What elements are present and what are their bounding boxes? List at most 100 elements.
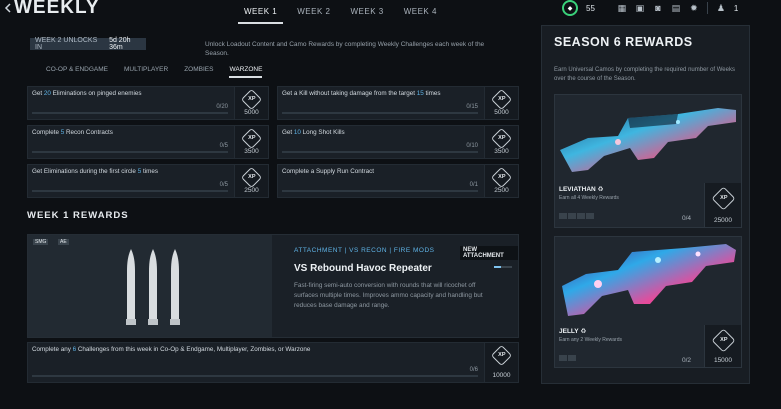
challenge-card[interactable]: Complete 5 Recon Contracts 0/5 XP 3500	[27, 125, 269, 159]
xp-icon-label: XP	[720, 337, 728, 344]
reward-name: VS Rebound Havoc Repeater	[294, 263, 432, 274]
weekly-completion-challenge[interactable]: Complete any 6 Challenges from this week…	[27, 342, 519, 383]
weapon-tag: AE	[58, 239, 69, 245]
bullet-icon	[148, 249, 158, 325]
challenge-text: Complete a Supply Run Contract	[282, 168, 375, 175]
camo-weapon-image	[558, 98, 738, 181]
challenge-target: 15	[416, 90, 424, 97]
challenge-text-end: Recon Contracts	[64, 129, 113, 136]
xp-reward: XP 2500	[234, 165, 268, 197]
weapon-class-tag: SMG	[33, 239, 49, 245]
week-reward-card[interactable]: SMG AE ATTACHMENT | VS RECON | FIRE MODS…	[27, 234, 519, 338]
tab-coop-endgame[interactable]: CO-OP & ENDGAME	[46, 66, 108, 78]
xp-value: 2500	[244, 187, 259, 194]
reward-description: Fast-firing semi-auto conversion with ro…	[294, 282, 483, 309]
tab-week-1[interactable]: WEEK 1	[238, 6, 284, 24]
challenge-card[interactable]: Get Eliminations during the first circle…	[27, 164, 269, 198]
xp-value: 3500	[494, 148, 509, 155]
challenge-card[interactable]: Get a Kill without taking damage from th…	[277, 86, 519, 120]
challenge-text-end: Eliminations on pinged enemies	[50, 90, 142, 97]
xp-icon: XP	[711, 186, 736, 211]
progress-bar	[32, 112, 228, 114]
season-description: Earn Universal Camos by completing the r…	[554, 67, 735, 82]
xp-icon-label: XP	[248, 174, 256, 181]
challenge-text-end: Challenges from this week in Co-Op & End…	[76, 346, 311, 353]
xp-icon: XP	[490, 127, 513, 150]
tab-week-3[interactable]: WEEK 3	[344, 6, 389, 24]
tab-zombies[interactable]: ZOMBIES	[184, 66, 213, 78]
xp-reward: XP 3500	[484, 126, 518, 158]
xp-icon-label: XP	[248, 135, 256, 142]
reward-category: ATTACHMENT | VS RECON | FIRE MODS	[294, 247, 435, 254]
weekly-intro-text: Unlock Loadout Content and Camo Rewards …	[205, 41, 485, 57]
week-rewards-title: WEEK 1 REWARDS	[27, 210, 129, 221]
xp-reward: XP 5000	[234, 87, 268, 119]
xp-icon-label: XP	[498, 174, 506, 181]
player-level-icon[interactable]: ◆	[562, 0, 578, 16]
challenge-card[interactable]: Get 20 Eliminations on pinged enemies 0/…	[27, 86, 269, 120]
challenge-progress: 0/1	[469, 182, 478, 188]
challenge-card[interactable]: Complete a Supply Run Contract 0/1 XP 250…	[277, 164, 519, 198]
xp-reward: XP 10000	[484, 343, 518, 382]
notifications-icon[interactable]: ▤	[671, 3, 681, 13]
camera-icon[interactable]: ◙	[653, 3, 663, 13]
week-slot	[568, 213, 576, 219]
camo-requirement: Earn all 4 Weekly Rewards	[559, 195, 619, 201]
bullet-icon	[170, 249, 180, 325]
store-icon[interactable]: ▣	[635, 3, 645, 13]
xp-icon-label: XP	[498, 352, 506, 359]
week-unlock-timer: WEEK 2 UNLOCKS IN 5d 20h 36m	[30, 37, 146, 51]
camo-reward-card[interactable]: LEVIATHAN ♻ Earn all 4 Weekly Rewards 0/…	[554, 94, 742, 228]
top-status-bar: ◆ 55 ▦ ▣ ◙ ▤ ✹ ♟ 1	[562, 0, 738, 16]
back-arrow-icon[interactable]	[3, 3, 13, 13]
challenge-target: 20	[43, 90, 51, 97]
xp-value: 5000	[244, 109, 259, 116]
challenge-progress: 0/20	[216, 104, 228, 110]
tab-warzone[interactable]: WARZONE	[229, 66, 263, 78]
camo-name-text: LEVIATHAN	[559, 186, 596, 193]
tab-multiplayer[interactable]: MULTIPLAYER	[124, 66, 168, 78]
reward-image: SMG AE	[28, 235, 272, 337]
xp-icon-label: XP	[498, 96, 506, 103]
camo-progress: 0/4	[682, 215, 692, 222]
challenge-progress: 0/5	[219, 182, 228, 188]
challenge-text: Complete	[32, 129, 61, 136]
camo-name: LEVIATHAN ♻	[559, 185, 603, 193]
recycle-icon: ♻	[580, 328, 587, 335]
xp-reward: XP 25000	[704, 183, 741, 227]
party-icon[interactable]: ♟	[716, 3, 726, 13]
xp-reward: XP 15000	[704, 325, 741, 367]
bullet-icon	[126, 249, 136, 325]
challenge-progress: 0/15	[466, 104, 478, 110]
week-slot	[559, 213, 567, 219]
xp-icon: XP	[711, 328, 736, 353]
progress-bar	[32, 190, 228, 192]
challenge-progress: 0/10	[466, 143, 478, 149]
xp-value: 25000	[713, 217, 733, 224]
xp-icon: XP	[240, 88, 263, 111]
camo-reward-card[interactable]: JELLY ♻ Earn any 2 Weekly Rewards 0/2 XP…	[554, 236, 742, 368]
tab-week-4[interactable]: WEEK 4	[398, 6, 443, 24]
xp-icon: XP	[490, 344, 513, 367]
week-slot	[559, 355, 567, 361]
week-slots	[559, 355, 576, 361]
challenge-card[interactable]: Get 10 Long Shot Kills 0/10 XP 3500	[277, 125, 519, 159]
xp-icon-label: XP	[498, 135, 506, 142]
grid-menu-icon[interactable]: ▦	[617, 3, 627, 13]
challenge-text: Complete any	[32, 346, 73, 353]
xp-value: 5000	[494, 109, 509, 116]
reward-pager	[494, 266, 512, 268]
progress-bar	[282, 112, 478, 114]
new-attachment-badge: NEW ATTACHMENT	[460, 246, 518, 260]
page-title: WEEKLY	[14, 0, 100, 18]
recycle-icon: ♻	[597, 186, 604, 193]
tab-week-2[interactable]: WEEK 2	[291, 6, 336, 24]
xp-value: 3500	[244, 148, 259, 155]
challenge-text-end: Long Shot Kills	[300, 129, 345, 136]
xp-reward: XP 2500	[484, 165, 518, 197]
challenge-text: Get Eliminations during the first circle	[32, 168, 138, 175]
settings-gear-icon[interactable]: ✹	[689, 3, 699, 13]
xp-icon-label: XP	[720, 195, 728, 202]
progress-bar	[32, 375, 478, 377]
unlock-label: WEEK 2 UNLOCKS IN	[35, 37, 98, 51]
